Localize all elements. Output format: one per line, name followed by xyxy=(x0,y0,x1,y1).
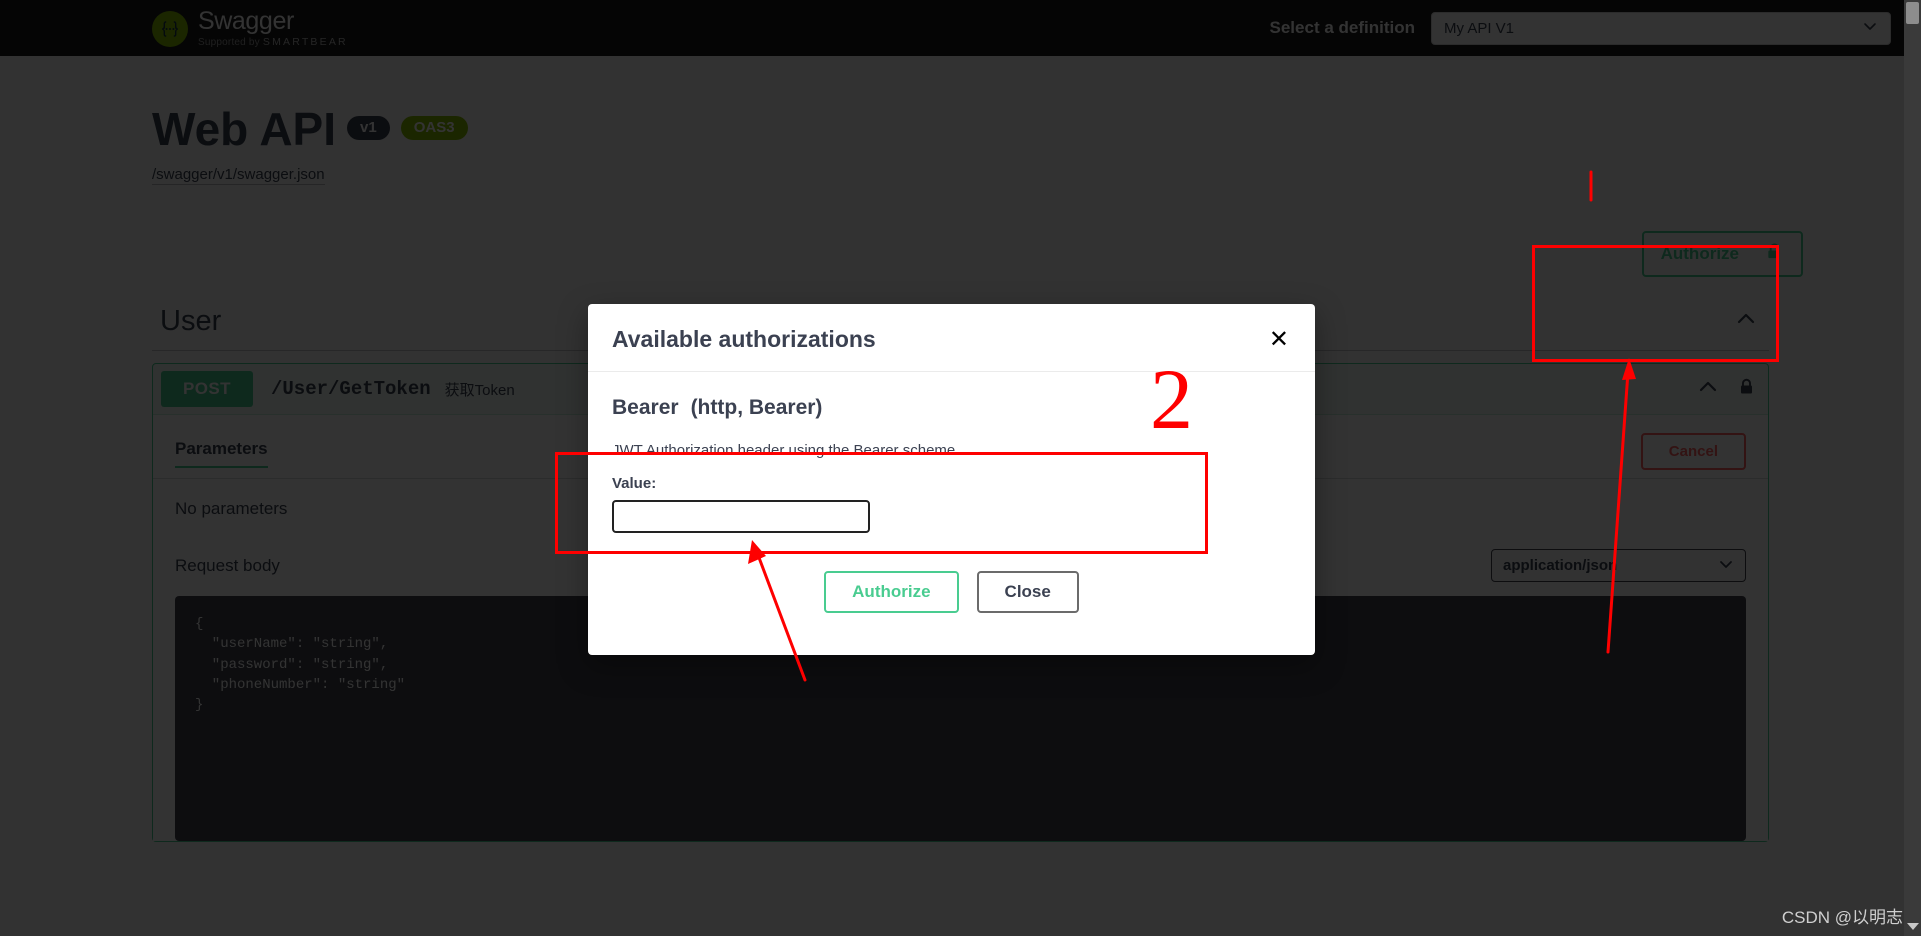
authorization-value-input[interactable] xyxy=(612,500,870,533)
modal-body: Bearer (http, Bearer) JWT Authorization h… xyxy=(588,372,1315,543)
security-scheme-name: Bearer xyxy=(612,396,679,419)
modal-authorize-button[interactable]: Authorize xyxy=(824,571,959,613)
modal-actions: Authorize Close xyxy=(588,543,1315,655)
modal-header: Available authorizations ✕ xyxy=(588,304,1315,372)
available-authorizations-modal: Available authorizations ✕ Bearer (http, … xyxy=(588,304,1315,655)
security-scheme-kind: (http, Bearer) xyxy=(690,396,823,419)
modal-title: Available authorizations xyxy=(612,326,876,352)
security-scheme-description: JWT Authorization header using the Beare… xyxy=(612,442,956,459)
value-label: Value: xyxy=(612,475,657,492)
close-icon[interactable]: ✕ xyxy=(1267,327,1291,352)
screen: Swagger Supported by SMARTBEAR Select a … xyxy=(0,0,1921,936)
vertical-scrollbar[interactable] xyxy=(1904,0,1921,936)
watermark: CSDN @以明志 xyxy=(1781,908,1903,927)
modal-close-button[interactable]: Close xyxy=(976,571,1079,613)
scroll-down-arrow-icon[interactable] xyxy=(1907,923,1919,930)
security-scheme-heading: Bearer (http, Bearer) xyxy=(612,396,1291,420)
scrollbar-thumb[interactable] xyxy=(1906,2,1919,24)
